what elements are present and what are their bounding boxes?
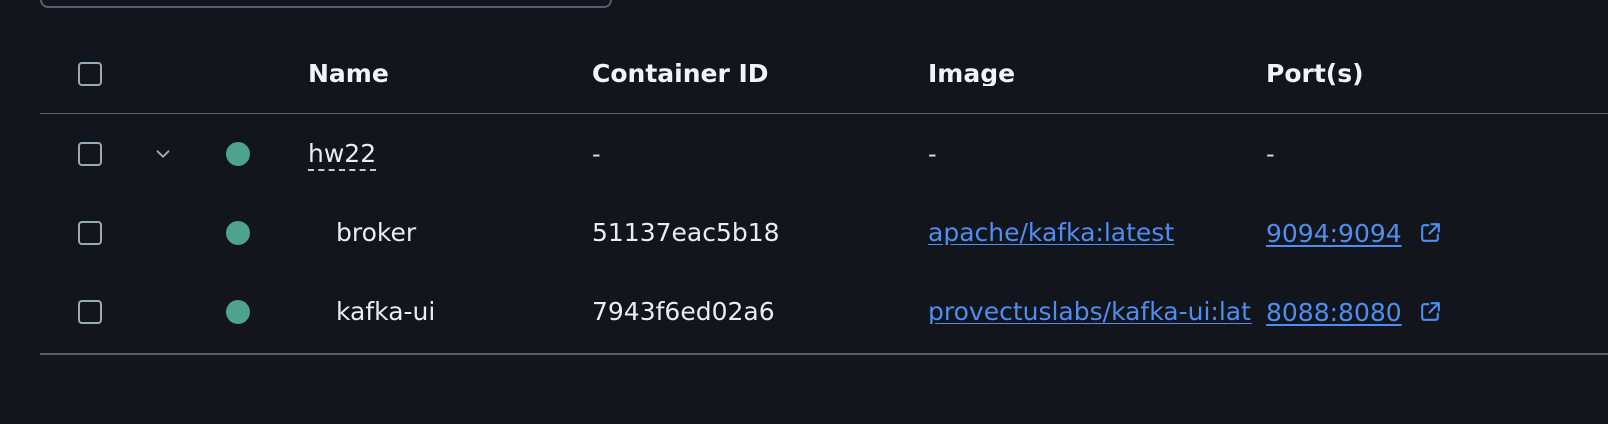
row-select-checkbox-kafka-ui[interactable]	[78, 299, 102, 324]
image-cell-kafka-ui: provectuslabs/kafka-ui:latest	[928, 299, 1252, 324]
running-status-icon	[226, 141, 250, 166]
container-id-column-header[interactable]: Container ID	[592, 61, 769, 86]
name-column-header[interactable]: Name	[308, 61, 389, 86]
image-cell-broker: apache/kafka:latest	[928, 220, 1252, 245]
table-header-row: Name Container ID Image Port(s)	[40, 34, 1608, 114]
image-link-broker[interactable]: apache/kafka:latest	[928, 220, 1174, 245]
group-name-cell[interactable]: hw22	[308, 139, 377, 171]
ports-cell-kafka-ui: 8088:8080	[1266, 299, 1443, 325]
group-image-cell: -	[928, 141, 937, 166]
container-name-broker[interactable]: broker	[336, 220, 416, 245]
image-link-kafka-ui[interactable]: provectuslabs/kafka-ui:latest	[928, 299, 1252, 324]
image-column-header[interactable]: Image	[928, 61, 1252, 86]
port-link-broker[interactable]: 9094:9094	[1266, 219, 1402, 248]
chevron-down-icon[interactable]	[152, 143, 174, 165]
select-all-checkbox[interactable]	[78, 61, 102, 86]
port-link-kafka-ui[interactable]: 8088:8080	[1266, 298, 1402, 327]
running-status-icon	[226, 220, 250, 245]
group-container-id-cell: -	[592, 139, 601, 168]
table-bottom-divider	[40, 353, 1608, 355]
row-select-checkbox-broker[interactable]	[78, 220, 102, 245]
table-row-kafka-ui[interactable]: kafka-ui 7943f6ed02a6 provectuslabs/kafk…	[40, 272, 1608, 351]
running-status-icon	[226, 299, 250, 324]
row-select-checkbox-hw22[interactable]	[78, 141, 102, 166]
table-row-broker[interactable]: broker 51137eac5b18 apache/kafka:latest …	[40, 193, 1608, 272]
containers-page: Name Container ID Image Port(s) hw22 - -…	[0, 0, 1608, 424]
group-ports-cell: -	[1266, 139, 1275, 168]
container-id-kafka-ui: 7943f6ed02a6	[592, 297, 775, 326]
search-field-edge[interactable]	[40, 0, 612, 8]
ports-cell-broker: 9094:9094	[1266, 220, 1443, 246]
containers-table: Name Container ID Image Port(s) hw22 - -…	[40, 34, 1608, 351]
container-name-kafka-ui[interactable]: kafka-ui	[336, 299, 435, 324]
group-name-link[interactable]: hw22	[308, 139, 377, 171]
external-link-icon[interactable]	[1418, 299, 1443, 324]
external-link-icon[interactable]	[1418, 220, 1443, 245]
compose-group-row[interactable]: hw22 - - -	[40, 114, 1608, 193]
ports-column-header[interactable]: Port(s)	[1266, 61, 1364, 86]
container-id-broker: 51137eac5b18	[592, 218, 780, 247]
